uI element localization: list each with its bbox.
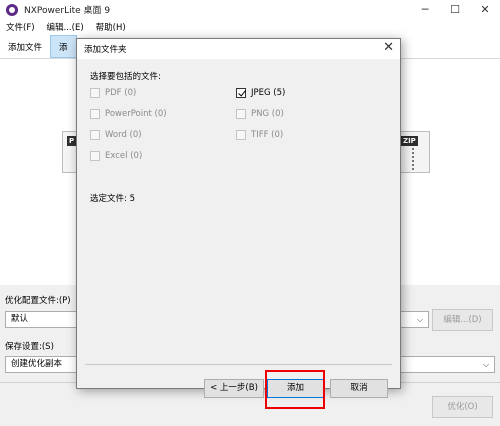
checkbox-box[interactable] bbox=[236, 109, 246, 119]
file-type-tag: ZIP bbox=[401, 136, 418, 146]
minimize-button[interactable]: ─ bbox=[410, 0, 440, 19]
cancel-button[interactable]: 取消 bbox=[330, 379, 388, 398]
menu-edit[interactable]: 编辑...(E) bbox=[41, 21, 90, 33]
add-file-button[interactable]: 添加文件 bbox=[0, 35, 50, 58]
maximize-button[interactable]: ☐ bbox=[440, 0, 470, 19]
chevron-down-icon: ⌵ bbox=[482, 360, 490, 369]
menu-bar: 文件(F) 编辑...(E) 帮助(H) bbox=[0, 19, 500, 35]
save-settings-label: 保存设置:(S) bbox=[5, 342, 54, 352]
close-window-button[interactable]: ✕ bbox=[470, 0, 500, 19]
save-settings-value: 创建优化副本 bbox=[11, 359, 63, 369]
checkbox-excel[interactable]: Excel (0) bbox=[90, 151, 142, 161]
add-folder-dialog: 添加文件夹 ✕ 选择要包括的文件: PDF (0) PowerPoint (0)… bbox=[76, 38, 401, 409]
checkbox-powerpoint[interactable]: PowerPoint (0) bbox=[90, 109, 167, 119]
checkbox-tiff[interactable]: TIFF (0) bbox=[236, 130, 283, 140]
add-folder-button[interactable]: 添 bbox=[50, 35, 77, 58]
menu-file[interactable]: 文件(F) bbox=[0, 21, 41, 33]
profile-label: 优化配置文件:(P) bbox=[5, 296, 71, 306]
checkbox-box[interactable] bbox=[236, 130, 246, 140]
dialog-divider bbox=[85, 364, 392, 365]
checkbox-label: Excel (0) bbox=[105, 151, 143, 161]
checkbox-label: JPEG (5) bbox=[251, 88, 286, 98]
dialog-titlebar: 添加文件夹 ✕ bbox=[77, 39, 400, 59]
checkbox-label: Word (0) bbox=[105, 130, 142, 140]
back-button[interactable]: < 上一步(B) bbox=[204, 379, 264, 398]
app-titlebar: NXPowerLite 桌面 9 ─ ☐ ✕ bbox=[0, 0, 500, 19]
window-title: NXPowerLite 桌面 9 bbox=[24, 6, 111, 16]
file-types-heading: 选择要包括的文件: bbox=[90, 72, 161, 82]
checkbox-png[interactable]: PNG (0) bbox=[236, 109, 284, 119]
close-icon[interactable]: ✕ bbox=[383, 40, 394, 55]
checkbox-word[interactable]: Word (0) bbox=[90, 130, 142, 140]
zip-file-icon: ZIP bbox=[400, 131, 430, 173]
checkbox-box[interactable] bbox=[236, 88, 246, 98]
checkbox-jpeg[interactable]: JPEG (5) bbox=[236, 88, 285, 98]
dialog-title: 添加文件夹 bbox=[84, 45, 127, 55]
chevron-down-icon: ⌵ bbox=[416, 315, 424, 324]
checkbox-box[interactable] bbox=[90, 151, 100, 161]
checkbox-label: TIFF (0) bbox=[251, 130, 284, 140]
optimize-button[interactable]: 优化(O) bbox=[432, 396, 493, 418]
checkbox-label: PowerPoint (0) bbox=[105, 109, 167, 119]
selected-files-count: 选定文件: 5 bbox=[90, 194, 135, 204]
app-logo-icon bbox=[6, 3, 18, 16]
dialog-body: 选择要包括的文件: PDF (0) PowerPoint (0) Word (0… bbox=[77, 59, 400, 409]
edit-profile-button[interactable]: 编辑...(D) bbox=[432, 309, 493, 331]
checkbox-box[interactable] bbox=[90, 88, 100, 98]
zipper-icon bbox=[412, 148, 418, 170]
checkbox-box[interactable] bbox=[90, 109, 100, 119]
checkbox-label: PDF (0) bbox=[105, 88, 137, 98]
checkbox-pdf[interactable]: PDF (0) bbox=[90, 88, 136, 98]
checkbox-box[interactable] bbox=[90, 130, 100, 140]
checkbox-label: PNG (0) bbox=[251, 109, 284, 119]
profile-select-value: 默认 bbox=[11, 314, 29, 324]
file-type-tag: P bbox=[67, 136, 77, 146]
menu-help[interactable]: 帮助(H) bbox=[90, 21, 132, 33]
highlight-box bbox=[265, 370, 325, 409]
